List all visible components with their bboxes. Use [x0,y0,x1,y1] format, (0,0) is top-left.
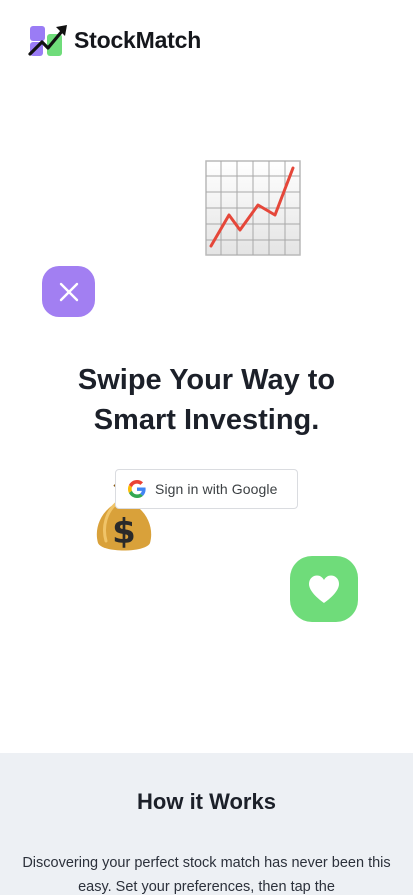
close-icon [59,282,78,301]
how-it-works-title: How it Works [137,789,276,814]
brand-name[interactable]: StockMatch [74,27,201,54]
landing-page: StockMatch Swipe Your Way to Smart Inves… [0,0,413,895]
google-icon [128,480,146,498]
heart-icon [309,575,339,603]
svg-text:$: $ [112,512,136,552]
header: StockMatch [28,22,201,58]
dislike-button[interactable] [42,266,95,317]
google-signin-button[interactable]: Sign in with Google [115,469,298,509]
headline-line-2: Smart Investing. [93,404,320,436]
like-button[interactable] [290,556,358,622]
headline-line-1: Swipe Your Way to [77,364,336,396]
how-it-works-text: Discovering your perfect stock match has… [22,855,391,895]
how-it-works-section: How it Works Discovering your perfect st… [0,753,413,895]
google-signin-label: Sign in with Google [155,481,278,497]
hero-headline: Swipe Your Way to Smart Investing. [0,360,413,440]
chart-increasing-emoji [205,160,301,256]
logo-icon[interactable] [28,22,68,58]
